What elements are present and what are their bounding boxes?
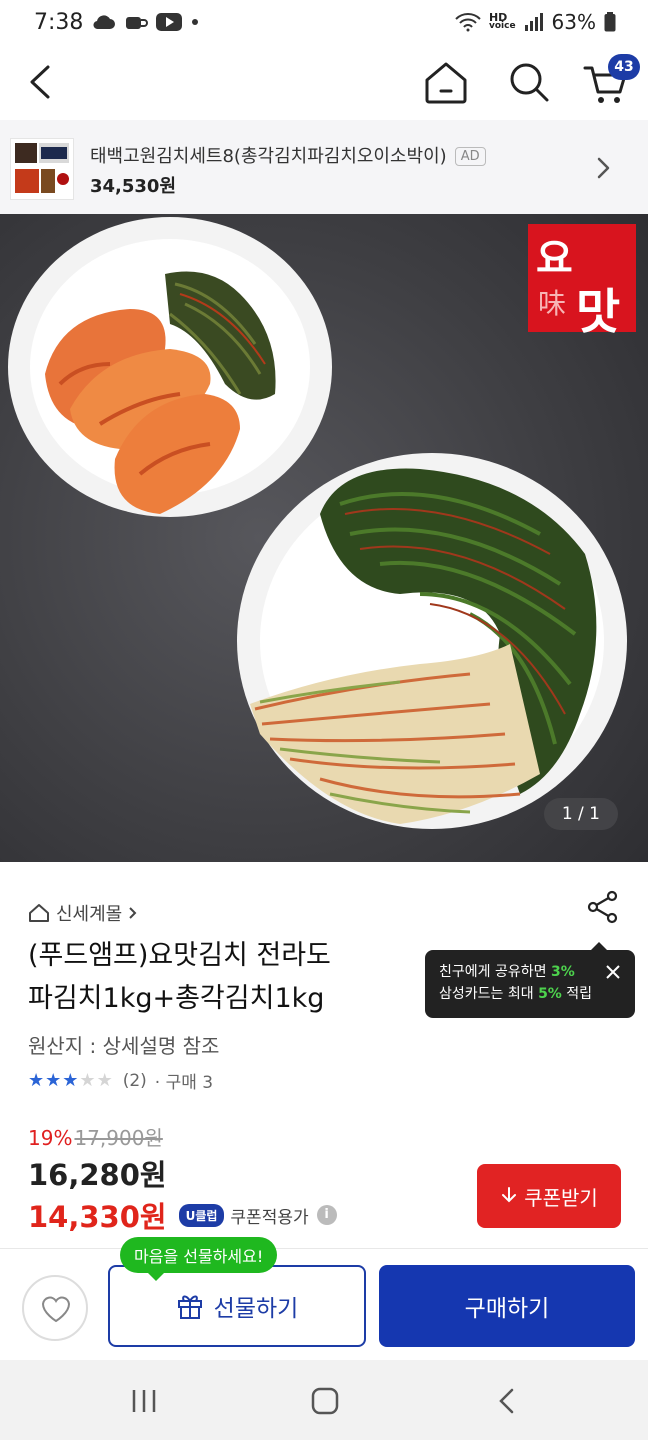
tooltip-line2: 삼성카드는 최대 5% 적립: [439, 983, 621, 1005]
logo-hanja-char: 味: [538, 287, 567, 320]
wishlist-button[interactable]: [22, 1275, 88, 1341]
image-pager: 1 / 1: [543, 798, 618, 830]
ad-title-text: 태백고원김치세트8(총각김치파김치오이소박이): [90, 146, 447, 167]
chevron-right-small-icon: [129, 907, 137, 919]
discount-rate: 19%: [28, 1126, 73, 1150]
brand-logo: 요 味 맛: [528, 224, 636, 340]
coupon-price-row: 14,330원 U클럽 쿠폰적용가 i: [28, 1194, 337, 1236]
home-outline-icon: [29, 904, 49, 922]
download-icon: [502, 1187, 517, 1203]
gift-button[interactable]: 선물하기: [108, 1265, 366, 1347]
ad-title[interactable]: 태백고원김치세트8(총각김치파김치오이소박이) AD: [90, 142, 486, 168]
star-filled-icon: ★: [28, 1070, 45, 1091]
coupon-price-label: 쿠폰적용가: [230, 1207, 309, 1228]
gift-icon: [177, 1295, 202, 1319]
star-filled-icon: ★: [45, 1070, 62, 1091]
get-coupon-label: 쿠폰받기: [524, 1185, 598, 1210]
bottom-action-bar: 선물하기 마음을 선물하세요! 구매하기: [0, 1237, 648, 1360]
ad-price: 34,530원: [90, 176, 177, 197]
info-icon[interactable]: i: [316, 1205, 337, 1225]
star-filled-icon: ★: [62, 1070, 79, 1091]
uclub-badge: U클럽: [178, 1203, 225, 1227]
voice-label: voice: [488, 21, 516, 31]
close-icon[interactable]: [605, 964, 621, 980]
gift-button-label: 선물하기: [213, 1296, 299, 1322]
buy-button[interactable]: 구매하기: [379, 1265, 635, 1347]
product-image[interactable]: 요 味 맛 1 / 1: [0, 214, 648, 862]
cart-button[interactable]: 43: [582, 54, 642, 110]
tooltip-line1-text: 친구에게 공유하면: [439, 964, 551, 980]
signal-icon: [524, 13, 543, 31]
product-title: (푸드앰프)요맛김치 전라도 파김치1kg+총각김치1kg: [28, 934, 408, 1020]
status-time: 7:38: [34, 10, 84, 35]
cloud-icon: [93, 15, 115, 30]
top-nav: 43: [0, 48, 648, 120]
chevron-left-icon[interactable]: [26, 64, 56, 100]
store-name: 신세계몰: [56, 904, 123, 925]
purchase-count: · 구매 3: [154, 1073, 214, 1093]
coffee-icon: [126, 17, 148, 29]
star-empty-icon: ★: [96, 1070, 113, 1091]
tooltip-line2-pct: 5%: [538, 986, 562, 1002]
discount-row: 19% 17,900원: [28, 1122, 163, 1151]
logo-main-char: 맛: [576, 284, 621, 340]
recent-apps-icon[interactable]: [130, 1388, 158, 1414]
share-icon[interactable]: [586, 890, 620, 924]
home-nav-icon[interactable]: [311, 1387, 339, 1415]
tooltip-line2-text: 삼성카드는 최대: [439, 986, 539, 1002]
tooltip-line1-pct: 3%: [550, 964, 575, 980]
logo-top-char: 요: [536, 236, 573, 282]
chevron-right-icon[interactable]: [596, 156, 612, 180]
product-title-line2: 파김치1kg+총각김치1kg: [28, 983, 325, 1014]
tooltip-line1: 친구에게 공유하면 3%: [439, 961, 621, 983]
ad-badge: AD: [454, 147, 486, 166]
product-title-line1: (푸드앰프)요맛김치 전라도: [28, 940, 331, 971]
origin-info: 원산지 : 상세설명 참조: [28, 1034, 220, 1058]
youtube-icon: [156, 13, 182, 31]
gift-promo-bubble: 마음을 선물하세요!: [120, 1237, 278, 1281]
cart-count-badge: 43: [608, 54, 640, 80]
rating-row[interactable]: ★ ★ ★ ★ ★ (2) · 구매 3: [28, 1068, 213, 1093]
get-coupon-button[interactable]: 쿠폰받기: [477, 1164, 621, 1228]
ad-thumbnail-image: [15, 143, 69, 193]
heart-icon: [41, 1296, 71, 1323]
system-nav-bar: [0, 1360, 648, 1440]
battery-percent: 63%: [551, 10, 596, 34]
status-bar: 7:38 HD voice 63%: [0, 0, 648, 48]
ad-thumbnail: [10, 138, 74, 200]
share-tooltip: 친구에게 공유하면 3% 삼성카드는 최대 5% 적립: [425, 942, 635, 1018]
screen: 7:38 HD voice 63% 43 태백고원김치세트8(총각김치파김치오이…: [0, 0, 648, 1440]
battery-icon: [604, 12, 616, 32]
back-nav-icon[interactable]: [497, 1387, 517, 1415]
search-icon[interactable]: [507, 60, 551, 104]
rating-stars: ★ ★ ★ ★ ★: [28, 1070, 113, 1091]
tooltip-line2-suffix: 적립: [561, 986, 593, 1002]
ad-banner[interactable]: 태백고원김치세트8(총각김치파김치오이소박이) AD 34,530원: [0, 120, 648, 214]
wifi-icon: [455, 13, 481, 32]
review-count[interactable]: (2): [123, 1071, 147, 1091]
hd-voice-indicator: HD voice: [488, 12, 516, 31]
original-price: 17,900원: [74, 1126, 163, 1150]
sale-price: 16,280원: [28, 1158, 167, 1192]
coupon-price: 14,330원: [28, 1200, 167, 1234]
star-empty-icon: ★: [79, 1070, 96, 1091]
dot-icon: [192, 19, 198, 25]
home-icon[interactable]: [423, 60, 469, 104]
store-link[interactable]: 신세계몰: [28, 900, 138, 926]
